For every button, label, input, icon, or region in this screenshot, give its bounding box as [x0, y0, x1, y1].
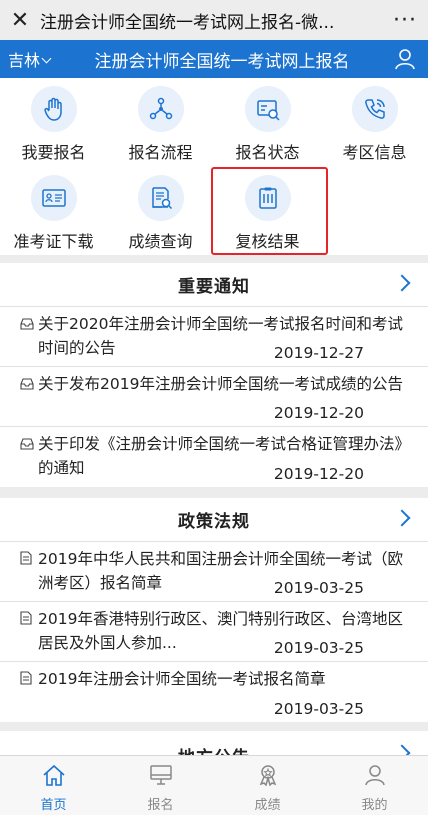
chevron-right-icon[interactable] — [393, 509, 411, 527]
tab-register[interactable]: 报名 — [107, 756, 214, 815]
document-icon — [20, 670, 32, 689]
flow-icon — [137, 86, 184, 132]
region-label: 吉林 — [8, 51, 41, 70]
menu-item-label: 我要报名 — [21, 143, 86, 162]
home-icon — [42, 764, 66, 790]
menu-item-label: 准考证下载 — [13, 232, 94, 251]
window-title: 注册会计师全国统一考试网上报名-微... — [40, 12, 335, 33]
tab-label: 成绩 — [254, 798, 281, 813]
tab-score[interactable]: 成绩 — [214, 756, 321, 815]
local-notices-section: 地方公告 — [0, 731, 428, 755]
notice-item[interactable]: 关于印发《注册会计师全国统一考试合格证管理办法》的通知 2019-12-20 — [0, 427, 428, 487]
notice-date: 2019-12-20 — [269, 403, 364, 423]
person-icon — [363, 764, 387, 790]
inbox-icon — [20, 435, 34, 454]
menu-item-score-query[interactable]: 成绩查询 — [107, 167, 214, 255]
section-title: 地方公告 — [0, 743, 428, 755]
hand-icon — [30, 86, 77, 132]
tab-label: 报名 — [147, 798, 174, 813]
document-icon — [20, 610, 32, 629]
policies-section: 政策法规 2019年中华人民共和国注册会计师全国统一考试（欧洲考区）报名简章 2… — [0, 498, 428, 722]
notice-item[interactable]: 关于2020年注册会计师全国统一考试报名时间和考试时间的公告 2019-12-2… — [0, 307, 428, 367]
menu-item-label: 考区信息 — [342, 143, 407, 162]
notices-header[interactable]: 重要通知 — [0, 263, 428, 307]
chevron-right-icon[interactable] — [393, 274, 411, 292]
section-title: 重要通知 — [178, 277, 250, 297]
menu-item-admission-download[interactable]: 准考证下载 — [0, 167, 107, 255]
notices-section: 重要通知 关于2020年注册会计师全国统一考试报名时间和考试时间的公告 2019… — [0, 263, 428, 487]
bottom-tab-bar: 首页 报名 成绩 我的 — [0, 755, 428, 815]
inbox-icon — [20, 375, 34, 394]
tab-label: 我的 — [361, 798, 388, 813]
tab-mine[interactable]: 我的 — [321, 756, 428, 815]
app-header: 吉林 注册会计师全国统一考试网上报名 — [0, 40, 428, 78]
policy-item[interactable]: 2019年注册会计师全国统一考试报名简章 2019-03-25 — [0, 662, 428, 722]
menu-item-exam-area[interactable]: 考区信息 — [321, 78, 428, 166]
section-title: 政策法规 — [178, 512, 250, 532]
admission-card-icon — [30, 175, 77, 221]
tab-label: 首页 — [40, 798, 67, 813]
tab-home[interactable]: 首页 — [0, 756, 107, 815]
policy-item[interactable]: 2019年香港特别行政区、澳门特别行政区、台湾地区居民及外国人参加... 201… — [0, 602, 428, 662]
page-title: 注册会计师全国统一考试网上报名 — [94, 51, 350, 72]
menu-item-process[interactable]: 报名流程 — [107, 78, 214, 166]
score-search-icon — [137, 175, 184, 221]
chevron-down-icon — [41, 53, 52, 64]
menu-item-label: 报名流程 — [128, 143, 193, 162]
badge-icon — [256, 764, 280, 790]
document-icon — [20, 550, 32, 569]
id-card-icon — [244, 86, 291, 132]
notice-item[interactable]: 关于发布2019年注册会计师全国统一考试成绩的公告 2019-12-20 — [0, 367, 428, 427]
menu-item-label: 报名状态 — [235, 143, 300, 162]
policy-date: 2019-03-25 — [269, 699, 364, 719]
region-selector[interactable]: 吉林 — [0, 47, 62, 71]
close-icon[interactable]: ✕ — [0, 8, 40, 33]
highlight-box — [211, 167, 328, 255]
phone-icon — [351, 86, 398, 132]
menu-item-register[interactable]: 我要报名 — [0, 78, 107, 166]
inbox-icon — [20, 315, 34, 334]
menu-item-status[interactable]: 报名状态 — [214, 78, 321, 166]
wechat-top-bar: ✕ 注册会计师全国统一考试网上报名-微... ··· — [0, 0, 428, 40]
policy-item[interactable]: 2019年中华人民共和国注册会计师全国统一考试（欧洲考区）报名简章 2019-0… — [0, 542, 428, 602]
policy-date: 2019-03-25 — [269, 578, 364, 598]
notice-date: 2019-12-27 — [269, 343, 364, 363]
more-icon[interactable]: ··· — [382, 8, 428, 33]
policy-date: 2019-03-25 — [269, 638, 364, 658]
user-icon[interactable] — [382, 48, 428, 70]
notice-date: 2019-12-20 — [269, 464, 364, 484]
monitor-icon — [149, 764, 173, 790]
policies-header[interactable]: 政策法规 — [0, 498, 428, 542]
menu-item-label: 成绩查询 — [128, 232, 193, 251]
